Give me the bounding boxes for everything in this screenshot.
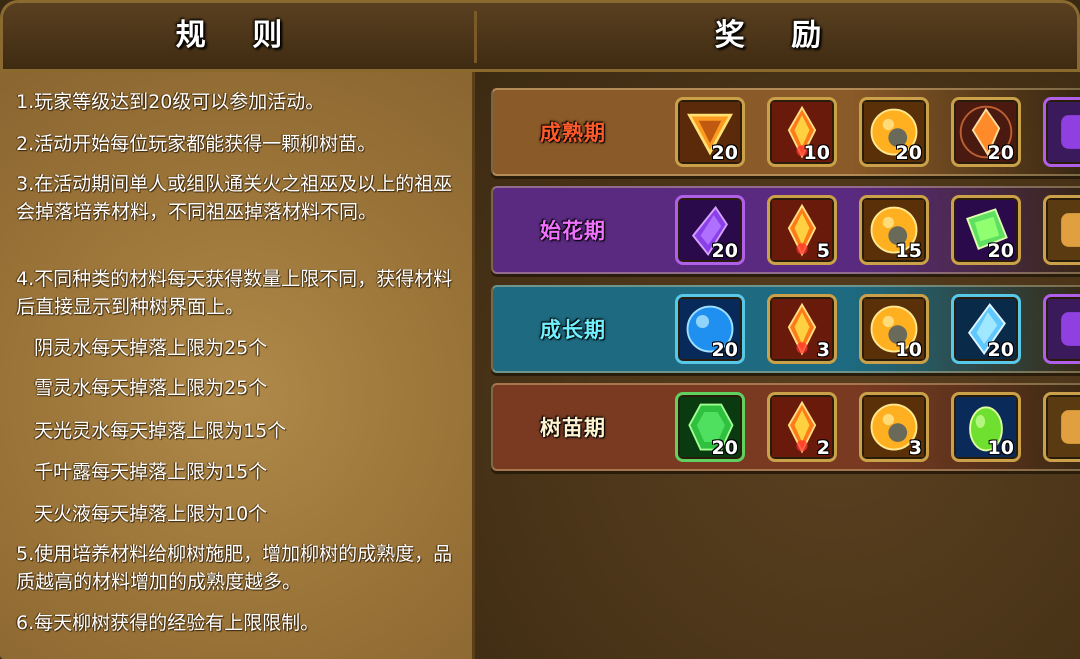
reward-item-slot[interactable]: 20 (675, 392, 745, 462)
rule-6: 6.每天柳树获得的经验有上限限制。 (16, 612, 320, 634)
reward-item-slot[interactable]: 20 (859, 97, 929, 167)
rule-limit-5: 天火液每天掉落上限为10个 (34, 503, 268, 525)
item-quantity: 10 (895, 339, 922, 361)
reward-item-slot[interactable]: 15 (859, 195, 929, 265)
tier-label: 始花期 (540, 219, 606, 243)
tier-label: 成长期 (540, 318, 606, 342)
reward-item-slot[interactable] (1043, 195, 1080, 265)
item-quantity: 20 (711, 437, 738, 459)
rule-5: 5.使用培养材料给柳树施肥，增加柳树的成熟度，品质越高的材料增加的成熟度越多。 (16, 543, 453, 593)
reward-item-slot[interactable]: 20 (675, 97, 745, 167)
rule-3: 3.在活动期间单人或组队通关火之祖巫及以上的祖巫会掉落培养材料，不同祖巫掉落材料… (16, 173, 453, 223)
reward-tier-row: 树苗期 20 2 3 10 (491, 383, 1080, 471)
item-quantity: 10 (987, 437, 1014, 459)
reward-item-slot[interactable]: 20 (951, 97, 1021, 167)
reward-tier-row: 成长期 20 3 10 20 (491, 285, 1080, 373)
reward-item-slot[interactable]: 3 (767, 294, 837, 364)
reward-tier-row: 成熟期 20 10 20 20 (491, 88, 1080, 176)
item-quantity: 20 (711, 339, 738, 361)
item-quantity: 20 (987, 240, 1014, 262)
item-quantity: 20 (711, 142, 738, 164)
rule-4: 4.不同种类的材料每天获得数量上限不同，获得材料后直接显示到种树界面上。 (16, 268, 453, 318)
reward-item-slot[interactable]: 20 (675, 294, 745, 364)
reward-item-slot[interactable] (1043, 294, 1080, 364)
item-quantity: 15 (895, 240, 922, 262)
rule-limit-2: 雪灵水每天掉落上限为25个 (34, 377, 268, 399)
rule-limit-3: 天光灵水每天掉落上限为15个 (34, 420, 287, 442)
rules-header-title: 规 则 (175, 18, 301, 53)
reward-item-slot[interactable] (1043, 97, 1080, 167)
item-quantity: 20 (987, 142, 1014, 164)
item-quantity: 10 (803, 142, 830, 164)
gold-item-icon (1048, 200, 1080, 260)
reward-item-slot[interactable]: 10 (767, 97, 837, 167)
rule-2: 2.活动开始每位玩家都能获得一颗柳树苗。 (16, 133, 377, 155)
item-quantity: 20 (711, 240, 738, 262)
tier-label: 树苗期 (540, 416, 606, 440)
tier-label: 成熟期 (540, 121, 606, 145)
rules-panel: 1.玩家等级达到20级可以参加活动。 2.活动开始每位玩家都能获得一颗柳树苗。 … (0, 72, 475, 659)
rewards-header-title: 奖 励 (714, 18, 840, 53)
item-quantity: 3 (816, 339, 830, 361)
reward-item-slot[interactable]: 2 (767, 392, 837, 462)
reward-item-slot[interactable]: 5 (767, 195, 837, 265)
item-quantity: 20 (987, 339, 1014, 361)
item-quantity: 3 (908, 437, 922, 459)
reward-item-slot[interactable]: 20 (951, 294, 1021, 364)
item-quantity: 5 (816, 240, 830, 262)
purple-item-icon (1048, 102, 1080, 162)
rule-limit-4: 千叶露每天掉落上限为15个 (34, 461, 268, 483)
rule-1: 1.玩家等级达到20级可以参加活动。 (16, 91, 325, 113)
reward-item-slot[interactable]: 20 (675, 195, 745, 265)
rewards-panel: 成熟期 20 10 20 20 始花期 20 5 15 20 成长期 20 3 10 20 树苗期 20 2 3 10 (475, 72, 1080, 659)
reward-item-slot[interactable]: 10 (951, 392, 1021, 462)
purple-item-icon (1048, 299, 1080, 359)
event-window: 规 则 奖 励 1.玩家等级达到20级可以参加活动。 2.活动开始每位玩家都能获… (0, 0, 1080, 659)
reward-item-slot[interactable]: 10 (859, 294, 929, 364)
reward-item-slot[interactable]: 20 (951, 195, 1021, 265)
window-header: 规 则 奖 励 (3, 3, 1077, 72)
rule-limit-1: 阴灵水每天掉落上限为25个 (34, 337, 268, 359)
gold-item-icon (1048, 397, 1080, 457)
reward-item-slot[interactable] (1043, 392, 1080, 462)
item-quantity: 2 (816, 437, 830, 459)
item-quantity: 20 (895, 142, 922, 164)
reward-tier-row: 始花期 20 5 15 20 (491, 186, 1080, 274)
reward-item-slot[interactable]: 3 (859, 392, 929, 462)
